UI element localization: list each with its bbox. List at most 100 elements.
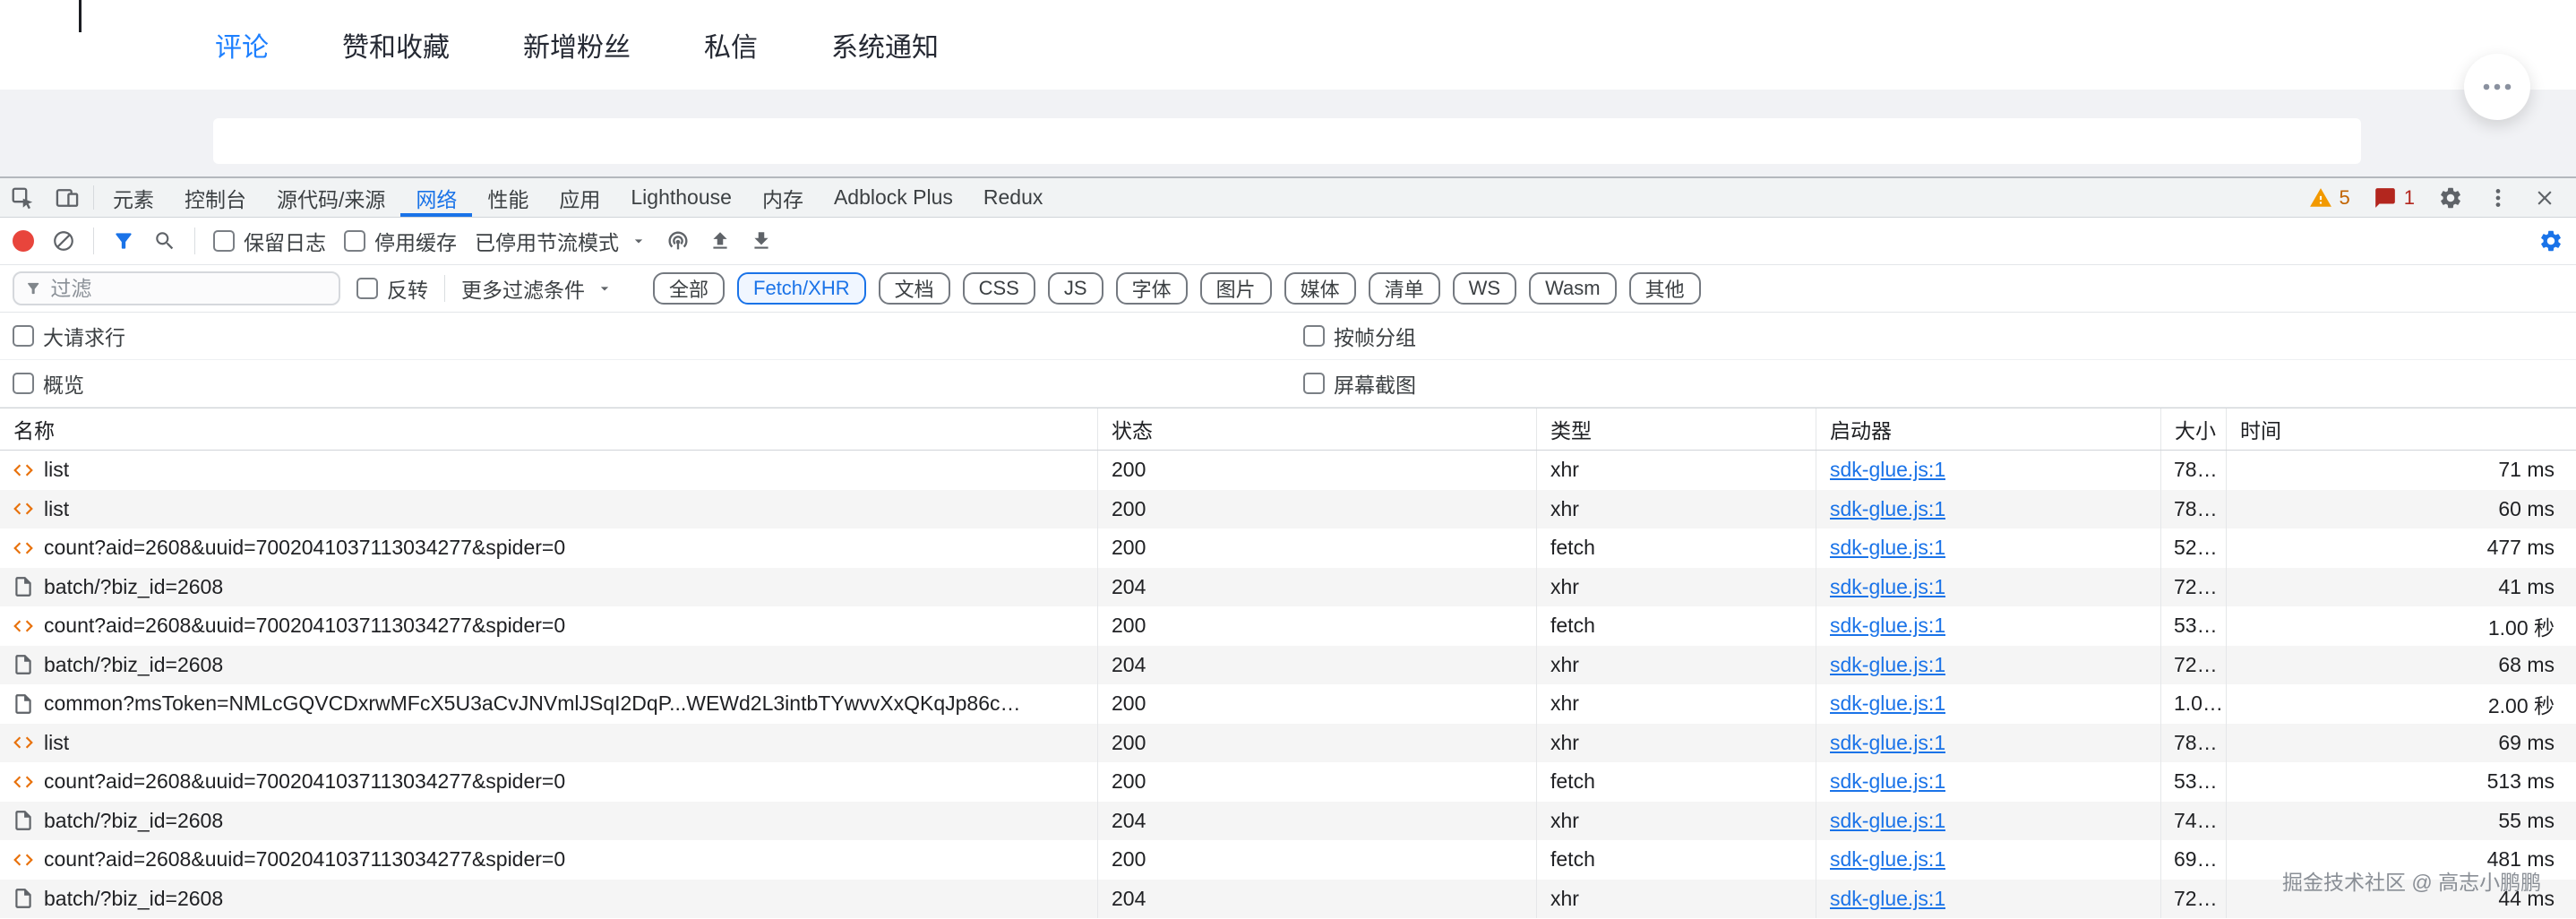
- tab-console[interactable]: 控制台: [169, 178, 262, 217]
- table-row[interactable]: batch/?biz_id=2608 204 xhr sdk-glue.js:1…: [0, 879, 2576, 918]
- table-row[interactable]: batch/?biz_id=2608 204 xhr sdk-glue.js:1…: [0, 645, 2576, 684]
- devtools-close-button[interactable]: [2533, 186, 2556, 210]
- request-status: 204: [1112, 808, 1146, 832]
- overview-checkbox[interactable]: 概览: [13, 368, 84, 399]
- invert-filter-checkbox[interactable]: 反转: [356, 273, 428, 304]
- filter-chip-js[interactable]: JS: [1047, 272, 1103, 305]
- column-header-size[interactable]: 大小: [2160, 408, 2226, 450]
- request-size: 72…: [2174, 574, 2218, 598]
- filter-chip-css[interactable]: CSS: [962, 272, 1035, 305]
- device-toolbar-button[interactable]: [45, 178, 90, 217]
- filter-chip-fetch-xhr[interactable]: Fetch/XHR: [737, 272, 866, 305]
- tab-redux[interactable]: Redux: [968, 178, 1058, 217]
- inspect-element-button[interactable]: [0, 178, 45, 217]
- issues-counter[interactable]: 1: [2374, 186, 2415, 210]
- tab-lighthouse[interactable]: Lighthouse: [615, 178, 747, 217]
- network-settings-button[interactable]: [2538, 228, 2563, 253]
- gear-icon: [2541, 230, 2561, 252]
- clear-button[interactable]: [52, 229, 75, 253]
- request-initiator-link[interactable]: sdk-glue.js:1: [1830, 653, 1945, 677]
- filter-chip-other[interactable]: 其他: [1628, 272, 1701, 305]
- filter-chip-media[interactable]: 媒体: [1284, 272, 1356, 305]
- warnings-counter[interactable]: 5: [2309, 186, 2350, 210]
- record-button[interactable]: [13, 230, 34, 252]
- column-header-time[interactable]: 时间: [2226, 408, 2576, 450]
- tab-notifications[interactable]: 系统通知: [831, 25, 939, 64]
- filter-toggle-button[interactable]: [112, 229, 135, 253]
- table-row[interactable]: count?aid=2608&uuid=7002041037113034277&…: [0, 606, 2576, 646]
- request-time: 477 ms: [2486, 536, 2555, 560]
- request-initiator-link[interactable]: sdk-glue.js:1: [1830, 809, 1945, 833]
- reply-input-bar[interactable]: [213, 118, 2361, 164]
- table-row[interactable]: count?aid=2608&uuid=7002041037113034277&…: [0, 840, 2576, 880]
- devtools-menu-button[interactable]: [2486, 186, 2510, 210]
- request-type: xhr: [1550, 886, 1579, 910]
- filter-chip-font[interactable]: 字体: [1115, 272, 1188, 305]
- tab-memory[interactable]: 内存: [747, 178, 819, 217]
- import-har-button[interactable]: [708, 229, 732, 253]
- column-header-type[interactable]: 类型: [1536, 408, 1816, 450]
- more-options-button[interactable]: [2464, 54, 2530, 120]
- issue-count: 1: [2403, 185, 2415, 209]
- devtools-settings-button[interactable]: [2438, 185, 2463, 210]
- filter-chip-manifest[interactable]: 清单: [1368, 272, 1440, 305]
- request-initiator-link[interactable]: sdk-glue.js:1: [1830, 497, 1945, 521]
- filter-input[interactable]: [50, 276, 328, 301]
- request-time: 68 ms: [2498, 652, 2555, 676]
- tab-network[interactable]: 网络: [400, 178, 473, 217]
- table-row[interactable]: batch/?biz_id=2608 204 xhr sdk-glue.js:1…: [0, 567, 2576, 606]
- preserve-log-checkbox[interactable]: 保留日志: [213, 226, 326, 256]
- tab-application[interactable]: 应用: [544, 178, 615, 217]
- throttling-select[interactable]: 已停用节流模式: [475, 226, 648, 256]
- network-conditions-button[interactable]: [665, 228, 691, 253]
- filter-funnel-icon: [28, 282, 39, 295]
- request-initiator-link[interactable]: sdk-glue.js:1: [1830, 575, 1945, 599]
- filter-chip-img[interactable]: 图片: [1199, 272, 1272, 305]
- request-initiator-link[interactable]: sdk-glue.js:1: [1830, 691, 1945, 716]
- request-initiator-link[interactable]: sdk-glue.js:1: [1830, 769, 1945, 794]
- table-row[interactable]: list 200 xhr sdk-glue.js:1 78… 71 ms: [0, 451, 2576, 490]
- request-initiator-link[interactable]: sdk-glue.js:1: [1830, 887, 1945, 911]
- request-size: 53…: [2174, 769, 2218, 794]
- request-initiator-link[interactable]: sdk-glue.js:1: [1830, 614, 1945, 638]
- table-row[interactable]: count?aid=2608&uuid=7002041037113034277&…: [0, 528, 2576, 568]
- column-header-name[interactable]: 名称: [0, 408, 1097, 450]
- table-row[interactable]: common?msToken=NMLcGQVCDxrwMFcX5U3aCvJNV…: [0, 684, 2576, 724]
- table-row[interactable]: count?aid=2608&uuid=7002041037113034277&…: [0, 762, 2576, 802]
- request-initiator-link[interactable]: sdk-glue.js:1: [1830, 536, 1945, 560]
- export-har-button[interactable]: [750, 229, 773, 253]
- big-request-rows-label: 大请求行: [43, 326, 125, 349]
- filter-chip-wasm[interactable]: Wasm: [1529, 272, 1617, 305]
- request-status: 204: [1112, 886, 1146, 910]
- tab-elements[interactable]: 元素: [98, 178, 169, 217]
- tab-likes[interactable]: 赞和收藏: [342, 25, 450, 64]
- request-initiator-link[interactable]: sdk-glue.js:1: [1830, 731, 1945, 755]
- tab-messages[interactable]: 私信: [704, 25, 758, 64]
- group-by-frame-checkbox[interactable]: 按帧分组: [1303, 321, 1416, 351]
- table-row[interactable]: list 200 xhr sdk-glue.js:1 78… 69 ms: [0, 723, 2576, 762]
- column-header-initiator[interactable]: 启动器: [1816, 408, 2160, 450]
- warning-icon: [2309, 187, 2331, 207]
- tab-sources[interactable]: 源代码/来源: [262, 178, 400, 217]
- big-request-rows-checkbox[interactable]: 大请求行: [13, 321, 125, 351]
- filter-chip-ws[interactable]: WS: [1452, 272, 1517, 305]
- more-filters-dropdown[interactable]: 更多过滤条件: [461, 273, 614, 304]
- tab-performance[interactable]: 性能: [472, 178, 544, 217]
- filter-chip-doc[interactable]: 文档: [878, 272, 950, 305]
- throttling-value: 已停用节流模式: [475, 231, 619, 254]
- request-name: common?msToken=NMLcGQVCDxrwMFcX5U3aCvJNV…: [44, 691, 1021, 716]
- tab-comments[interactable]: 评论: [215, 25, 269, 64]
- search-button[interactable]: [153, 229, 176, 253]
- column-header-status[interactable]: 状态: [1097, 408, 1536, 450]
- disable-cache-checkbox[interactable]: 停用缓存: [344, 226, 457, 256]
- tab-followers[interactable]: 新增粉丝: [523, 25, 631, 64]
- screenshots-checkbox[interactable]: 屏幕截图: [1303, 368, 1416, 399]
- tab-adblock-plus[interactable]: Adblock Plus: [819, 178, 968, 217]
- table-row[interactable]: list 200 xhr sdk-glue.js:1 78… 60 ms: [0, 489, 2576, 528]
- request-initiator-link[interactable]: sdk-glue.js:1: [1830, 458, 1945, 482]
- request-initiator-link[interactable]: sdk-glue.js:1: [1830, 847, 1945, 872]
- table-row[interactable]: batch/?biz_id=2608 204 xhr sdk-glue.js:1…: [0, 801, 2576, 840]
- request-status: 204: [1112, 652, 1146, 676]
- code-icon: [13, 736, 33, 749]
- filter-chip-all[interactable]: 全部: [653, 272, 726, 305]
